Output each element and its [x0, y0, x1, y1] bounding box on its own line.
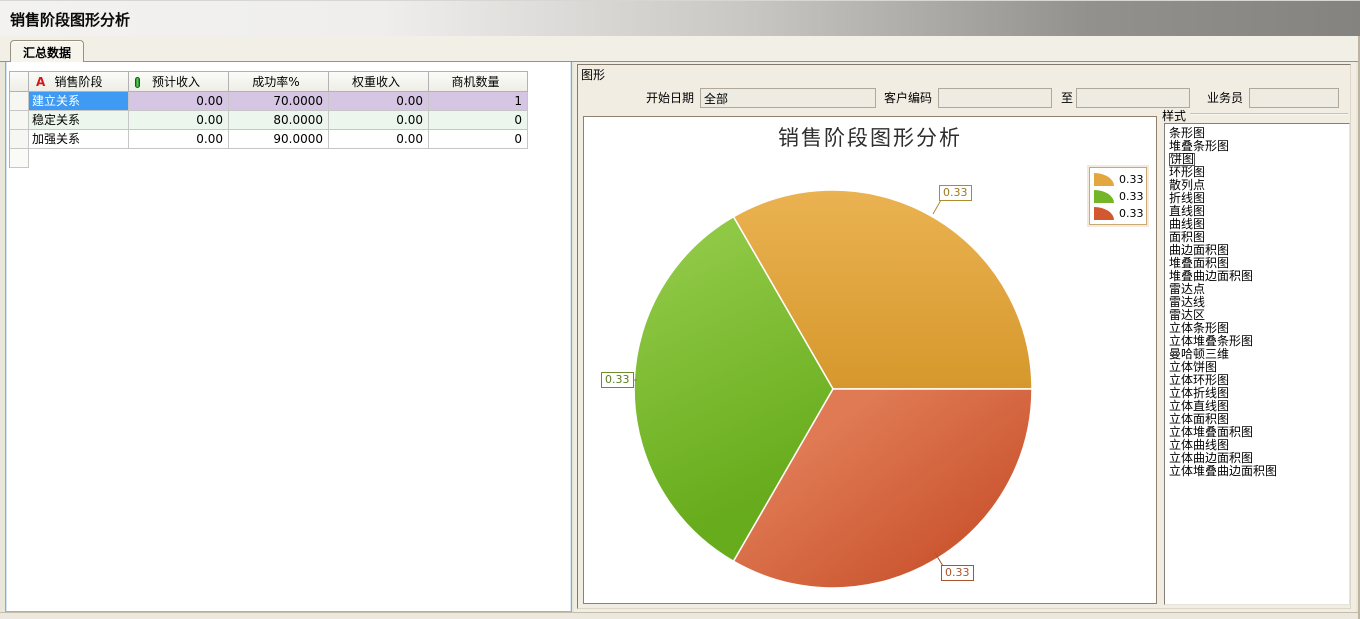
cell-opportunity-count: 0	[429, 130, 528, 149]
column-header-label: 销售阶段	[54, 75, 102, 89]
salesman-label: 业务员	[1206, 91, 1243, 105]
slice-value-callout: 0.33	[601, 372, 634, 388]
cell-expected-revenue: 0.00	[129, 92, 229, 111]
style-group-label: 样式	[1162, 107, 1186, 124]
title-bar: 销售阶段图形分析	[0, 0, 1360, 36]
cell-stage: 建立关系	[29, 92, 129, 111]
cell-expected-revenue: 0.00	[129, 130, 229, 149]
legend-entry: 0.33	[1090, 188, 1146, 205]
legend-label: 0.33	[1119, 207, 1144, 220]
row-selector-header	[9, 71, 29, 92]
cell-success-rate: 70.0000	[229, 92, 329, 111]
cell-success-rate: 80.0000	[229, 111, 329, 130]
to-label: 至	[1061, 91, 1074, 105]
summary-table-panel: A 销售阶段 预计收入 成功率% 权重收入 商机数量	[5, 62, 572, 612]
tab-strip: 汇总数据	[0, 36, 1360, 62]
style-group-line	[1190, 113, 1348, 115]
column-header-weighted-revenue[interactable]: 权重收入	[329, 71, 429, 92]
column-header-label: 权重收入	[352, 75, 400, 89]
summary-table: A 销售阶段 预计收入 成功率% 权重收入 商机数量	[9, 71, 528, 168]
cell-success-rate: 90.0000	[229, 130, 329, 149]
style-option[interactable]: 堆叠条形图	[1169, 140, 1347, 153]
customer-code-to-input[interactable]	[1076, 88, 1190, 108]
column-header-opportunity-count[interactable]: 商机数量	[429, 71, 528, 92]
table-header-row: A 销售阶段 预计收入 成功率% 权重收入 商机数量	[9, 71, 528, 92]
column-header-label: 商机数量	[451, 75, 499, 89]
column-header-success-rate[interactable]: 成功率%	[229, 71, 329, 92]
table-row[interactable]: 稳定关系 0.00 80.0000 0.00 0	[9, 111, 528, 130]
start-date-input[interactable]	[700, 88, 876, 108]
cell-weighted-revenue: 0.00	[329, 92, 429, 111]
slice-value-callout: 0.33	[939, 185, 972, 201]
cell-weighted-revenue: 0.00	[329, 130, 429, 149]
customer-code-label: 客户编码	[884, 91, 932, 105]
tab-summary-data[interactable]: 汇总数据	[10, 40, 84, 62]
start-date-label: 开始日期	[646, 91, 694, 105]
cell-expected-revenue: 0.00	[129, 111, 229, 130]
page-title: 销售阶段图形分析	[10, 9, 130, 30]
table-row[interactable]: 加强关系 0.00 90.0000 0.00 0	[9, 130, 528, 149]
pie-chart	[584, 117, 1158, 605]
table-row[interactable]: 建立关系 0.00 70.0000 0.00 1	[9, 92, 528, 111]
legend-swatch-orange	[1094, 173, 1114, 186]
cell-opportunity-count: 1	[429, 92, 528, 111]
number-type-icon	[135, 77, 140, 88]
legend-entry: 0.33	[1090, 205, 1146, 222]
column-header-label: 成功率%	[252, 75, 299, 89]
row-selector[interactable]	[9, 92, 29, 111]
row-selector[interactable]	[9, 130, 29, 149]
column-header-expected-revenue[interactable]: 预计收入	[129, 71, 229, 92]
cell-weighted-revenue: 0.00	[329, 111, 429, 130]
graph-group-label: 图形	[581, 66, 605, 83]
style-option[interactable]: 立体堆叠曲边面积图	[1169, 465, 1347, 478]
salesman-input[interactable]	[1249, 88, 1339, 108]
column-header-label: 预计收入	[152, 75, 200, 89]
row-selector[interactable]	[9, 111, 29, 130]
legend-label: 0.33	[1119, 190, 1144, 203]
graph-panel: 图形 开始日期 客户编码 至 业务员 销售阶段图形分析	[574, 62, 1356, 612]
legend-label: 0.33	[1119, 173, 1144, 186]
legend-swatch-red	[1094, 207, 1114, 220]
cell-stage: 稳定关系	[29, 111, 129, 130]
customer-code-input[interactable]	[938, 88, 1052, 108]
chart-style-list: 条形图 堆叠条形图 饼图 环形图 散列点 折线图 直线图 曲线图 面积图 曲边面…	[1164, 123, 1350, 605]
chart-panel: 销售阶段图形分析	[583, 116, 1157, 604]
text-type-icon: A	[36, 75, 45, 89]
cell-opportunity-count: 0	[429, 111, 528, 130]
chart-legend: 0.33 0.33 0.33	[1089, 167, 1147, 225]
empty-row-selector	[9, 149, 29, 168]
legend-entry: 0.33	[1090, 171, 1146, 188]
cell-stage: 加强关系	[29, 130, 129, 149]
legend-swatch-green	[1094, 190, 1114, 203]
bottom-strip	[0, 612, 1360, 619]
slice-value-callout: 0.33	[941, 565, 974, 581]
column-header-stage[interactable]: A 销售阶段	[29, 71, 129, 92]
